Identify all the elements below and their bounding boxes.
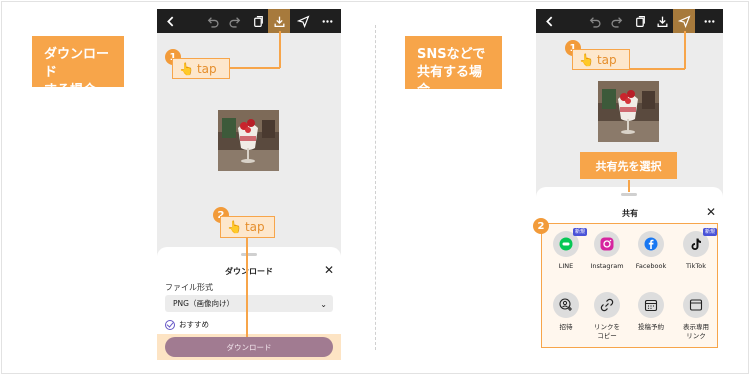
- share-label: Facebook: [635, 262, 667, 270]
- label-line2: する場合: [44, 83, 97, 98]
- download-button[interactable]: ダウンロード: [165, 337, 333, 357]
- connector-line: [630, 68, 685, 70]
- connector-line: [628, 180, 630, 192]
- redo-icon[interactable]: [606, 9, 628, 33]
- close-icon[interactable]: ✕: [324, 264, 334, 276]
- tap-label: tap: [196, 61, 217, 76]
- label-line1: ダウンロード: [44, 47, 110, 80]
- back-icon[interactable]: [538, 9, 560, 33]
- share-view-only-link[interactable]: 表示専用 リンク: [673, 292, 719, 341]
- share-send-icon[interactable]: [673, 9, 695, 33]
- file-format-value: PNG（画像向け）: [173, 299, 234, 308]
- tap-callout-2: 👆 tap: [220, 216, 275, 238]
- tap-callout-1: 👆 tap: [572, 49, 630, 70]
- file-format-select[interactable]: PNG（画像向け） ⌄: [165, 295, 333, 312]
- view-link-icon: [683, 292, 709, 318]
- more-icon[interactable]: [698, 9, 720, 33]
- editor-toolbar: [157, 9, 341, 33]
- share-label-line1: 表示専用: [683, 323, 709, 331]
- share-invite[interactable]: 招待: [543, 292, 589, 332]
- step-2-badge: 2: [533, 218, 549, 234]
- connector-line: [279, 31, 281, 68]
- close-icon[interactable]: ✕: [706, 206, 716, 218]
- undo-icon[interactable]: [201, 9, 223, 33]
- select-destination-callout: 共有先を選択: [580, 152, 677, 179]
- share-label: TikTok: [686, 262, 706, 270]
- tap-label: tap: [596, 52, 617, 67]
- connector-line: [246, 238, 248, 337]
- file-format-label: ファイル形式: [165, 283, 213, 292]
- share-label-line2: コピー: [597, 332, 617, 340]
- share-schedule-post[interactable]: 投稿予約: [628, 292, 674, 332]
- parfait-photo: [598, 81, 659, 142]
- share-send-icon[interactable]: [292, 9, 314, 33]
- label-line1: SNSなどで: [417, 47, 486, 62]
- sheet-title: ダウンロード: [225, 267, 273, 276]
- share-label-line1: リンクを: [594, 323, 620, 331]
- share-line[interactable]: 新規 LINE: [543, 228, 589, 271]
- recommended-row: おすすめ: [165, 319, 209, 330]
- back-icon[interactable]: [159, 9, 181, 33]
- redo-icon[interactable]: [224, 9, 246, 33]
- download-sheet: ダウンロード ✕ ファイル形式 PNG（画像向け） ⌄ おすすめ ダウンロード: [157, 247, 341, 365]
- share-copy-link[interactable]: リンクを コピー: [584, 292, 630, 341]
- chevron-down-icon: ⌄: [320, 300, 327, 309]
- callout-text: 共有先を選択: [595, 159, 662, 173]
- share-label: LINE: [558, 262, 574, 270]
- sheet-title: 共有: [622, 209, 638, 218]
- download-button-label: ダウンロード: [226, 342, 272, 352]
- undo-icon[interactable]: [583, 9, 605, 33]
- share-label-line2: リンク: [686, 332, 706, 340]
- pointing-hand-icon: 👆: [227, 220, 242, 234]
- share-facebook[interactable]: Facebook: [628, 231, 674, 271]
- facebook-icon: [638, 231, 664, 257]
- editor-toolbar: [536, 9, 723, 33]
- download-icon[interactable]: [268, 9, 290, 33]
- tap-label: tap: [244, 220, 265, 234]
- pages-icon[interactable]: [247, 9, 269, 33]
- pages-icon[interactable]: [629, 9, 651, 33]
- instagram-icon: [594, 231, 620, 257]
- more-icon[interactable]: [316, 9, 338, 33]
- invite-icon: [553, 292, 579, 318]
- link-icon: [594, 292, 620, 318]
- tap-callout-1: 👆 tap: [172, 58, 230, 79]
- download-case-label: ダウンロード する場合: [32, 36, 124, 98]
- share-instagram[interactable]: Instagram: [584, 231, 630, 271]
- checkmark-icon: [165, 319, 175, 330]
- pointing-hand-icon: 👆: [179, 61, 194, 76]
- connector-line: [684, 31, 686, 69]
- share-options-grid: 新規 LINE Instagram Facebook 新規 TikTok 招待 …: [541, 223, 718, 348]
- recommended-label: おすすめ: [179, 320, 209, 329]
- calendar-icon: [638, 292, 664, 318]
- new-badge: 新規: [702, 228, 717, 236]
- share-tiktok[interactable]: 新規 TikTok: [673, 228, 719, 271]
- connector-line: [230, 67, 280, 69]
- share-label: 投稿予約: [638, 323, 664, 331]
- share-label: Instagram: [590, 262, 624, 270]
- parfait-photo: [218, 110, 279, 171]
- share-label: 招待: [559, 323, 573, 331]
- label-line2: 共有する場合: [417, 65, 483, 98]
- sheet-handle[interactable]: [621, 193, 637, 196]
- sheet-handle[interactable]: [241, 253, 257, 256]
- pointing-hand-icon: 👆: [579, 52, 594, 67]
- download-icon[interactable]: [651, 9, 673, 33]
- divider: [375, 25, 376, 350]
- share-case-label: SNSなどで 共有する場合: [405, 36, 502, 98]
